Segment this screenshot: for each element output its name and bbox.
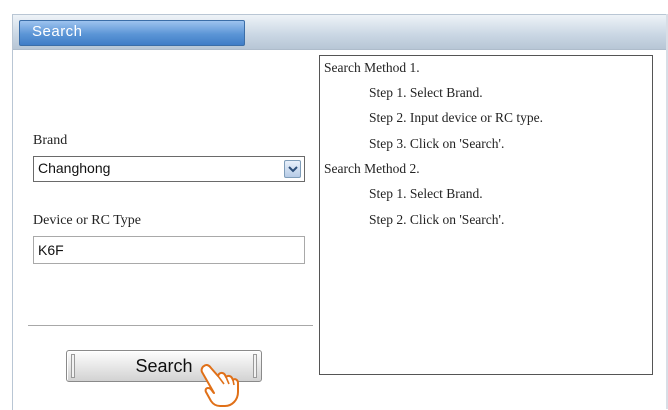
brand-select[interactable]: Changhong [33, 156, 305, 182]
device-type-input[interactable] [33, 236, 305, 264]
help-method1-step1: Step 1. Select Brand. [369, 85, 483, 100]
help-method2-title: Search Method 2. [324, 161, 420, 176]
panel-header: Search [13, 15, 668, 50]
tab-search-label: Search [32, 23, 83, 40]
help-method1-step3: Step 3. Click on 'Search'. [369, 136, 505, 151]
brand-label: Brand [33, 133, 68, 148]
help-method1-step2: Step 2. Input device or RC type. [369, 110, 543, 125]
hand-pointer-icon [200, 363, 239, 407]
help-method2-step2: Step 2. Click on 'Search'. [369, 212, 505, 227]
help-method1-title: Search Method 1. [324, 60, 420, 75]
brand-select-value: Changhong [38, 160, 111, 176]
tab-search[interactable]: Search [19, 20, 245, 46]
device-label: Device or RC Type [33, 213, 142, 228]
search-help-box: Search Method 1. Step 1. Select Brand. S… [319, 55, 653, 375]
chevron-down-icon [288, 166, 298, 173]
divider [28, 325, 313, 327]
brand-dropdown-button[interactable] [284, 160, 301, 178]
help-method2-step1: Step 1. Select Brand. [369, 186, 483, 201]
